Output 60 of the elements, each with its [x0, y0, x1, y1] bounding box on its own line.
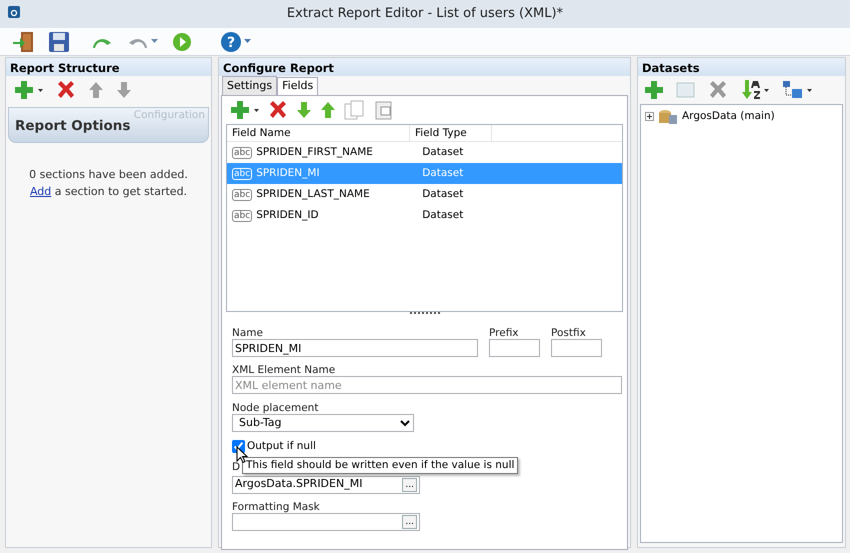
input-field[interactable]: ArgosData.SPRIDEN_MI ... — [232, 476, 420, 494]
add-icon[interactable] — [228, 100, 262, 120]
move-down-icon[interactable] — [294, 101, 314, 119]
input-field[interactable] — [489, 339, 540, 357]
field-label: Node placement — [232, 400, 320, 414]
panel-title: Report Structure — [6, 58, 211, 76]
column-header[interactable]: Field Name — [227, 125, 410, 141]
field-type: Dataset — [421, 208, 464, 223]
field-name: SPRIDEN_LAST_NAME — [256, 186, 371, 202]
input-field[interactable]: ... — [232, 512, 420, 530]
add-link[interactable]: Add — [30, 184, 52, 198]
input-field[interactable]: XML element name — [232, 376, 622, 394]
panel-title: Datasets — [638, 58, 845, 76]
section-title: Report Options — [14, 117, 130, 136]
move-down-icon[interactable] — [114, 81, 134, 99]
node-placement-dropdown[interactable]: Sub-Tag — [232, 414, 414, 432]
output-if-null-checkbox[interactable] — [232, 440, 245, 454]
tab[interactable]: Fields — [277, 76, 318, 95]
field-name: SPRIDEN_FIRST_NAME — [256, 144, 374, 160]
run-icon[interactable] — [170, 32, 194, 52]
browse-button[interactable]: ... — [402, 514, 417, 528]
field-row[interactable]: abc SPRIDEN_ID Dataset — [227, 205, 622, 226]
field-name: SPRIDEN_ID — [256, 208, 320, 223]
add-icon[interactable] — [12, 80, 46, 100]
tab[interactable]: Settings — [222, 76, 278, 95]
tooltip: This field should be written even if the value is null — [242, 457, 518, 474]
database-icon — [658, 109, 678, 126]
field-label: Postfix — [551, 326, 587, 339]
field-label: Name — [232, 326, 264, 339]
column-header[interactable]: Field Type — [410, 125, 492, 141]
input-field[interactable] — [551, 339, 602, 357]
tree-item[interactable]: ArgosData (main) — [682, 109, 775, 126]
field-label: Prefix — [489, 326, 520, 339]
text-type-badge: abc — [232, 210, 252, 222]
field-label: D — [232, 460, 240, 472]
move-up-icon[interactable] — [86, 81, 106, 99]
field-type: Dataset — [421, 144, 464, 160]
save-icon[interactable] — [46, 30, 72, 52]
empty-message: 0 sections have been added. Add a section to get started. — [28, 167, 189, 200]
text-type-badge: abc — [232, 146, 252, 158]
text-type-badge: abc — [232, 188, 252, 200]
text-type-badge: abc — [232, 168, 252, 180]
field-type: Dataset — [421, 186, 464, 202]
app-icon — [8, 6, 20, 18]
field-type: Dataset — [421, 166, 464, 181]
field-row[interactable]: abc SPRIDEN_LAST_NAME Dataset — [227, 184, 622, 205]
move-up-icon[interactable] — [318, 101, 338, 119]
field-name: SPRIDEN_MI — [256, 166, 321, 181]
field-row[interactable]: abc SPRIDEN_FIRST_NAME Dataset — [227, 142, 622, 163]
add-icon[interactable] — [642, 80, 666, 100]
browse-button[interactable]: ... — [402, 478, 417, 492]
field-label: Formatting Mask — [232, 500, 321, 512]
checkbox-label: Output if null — [247, 438, 316, 454]
field-label: XML Element Name — [232, 363, 336, 376]
splitter-grip-icon[interactable] — [410, 312, 440, 316]
input-field[interactable]: SPRIDEN_MI — [232, 339, 478, 357]
window-title: Extract Report Editor - List of users (XML)* — [286, 5, 564, 24]
field-value: ArgosData.SPRIDEN_MI — [234, 476, 362, 492]
mouse-pointer-icon — [236, 446, 248, 464]
panel-title: Configure Report — [219, 58, 630, 76]
